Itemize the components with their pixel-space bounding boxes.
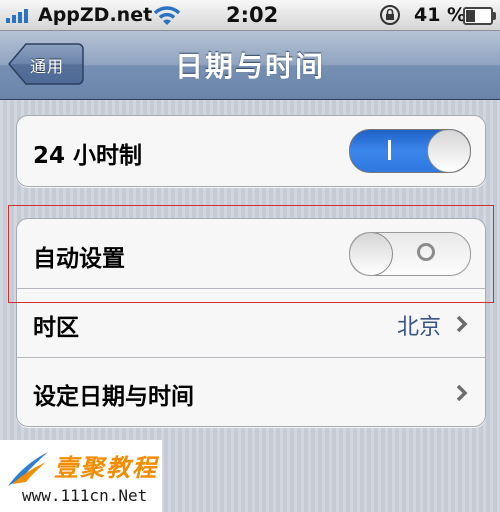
- watermark-title: 壹聚教程: [54, 454, 158, 482]
- watermark-url: www.111cn.Net: [22, 486, 148, 505]
- setting-label-set-date-time: 设定日期与时间: [33, 384, 194, 410]
- rotation-lock-icon: [380, 5, 400, 25]
- toggle-on-mark: [388, 140, 391, 160]
- setting-label-24-hour: 24 小时制: [33, 143, 143, 169]
- chevron-right-icon: [456, 315, 468, 333]
- watermark-logo-icon: [8, 452, 48, 486]
- setting-row-set-date-time[interactable]: 设定日期与时间: [17, 358, 485, 426]
- setting-label-timezone: 时区: [33, 315, 79, 341]
- watermark: 壹聚教程 www.111cn.Net: [0, 440, 162, 512]
- back-button[interactable]: 通用: [8, 43, 84, 85]
- back-button-label: 通用: [30, 57, 65, 76]
- signal-icon: [6, 9, 34, 23]
- highlight-box-auto-set: [8, 205, 494, 303]
- settings-group-hour-format: 24 小时制: [16, 115, 486, 187]
- toggle-knob: [427, 130, 470, 172]
- setting-row-24-hour: 24 小时制: [17, 116, 485, 186]
- battery-icon: [463, 7, 496, 25]
- status-bar: AppZD.net 2:02 41 %: [0, 0, 500, 30]
- toggle-24-hour[interactable]: [349, 129, 471, 173]
- navigation-bar: 通用 日期与时间: [0, 31, 500, 100]
- battery-percentage: 41 %: [414, 4, 467, 26]
- timezone-value: 北京: [396, 315, 441, 340]
- wifi-icon: [153, 6, 181, 25]
- carrier-name: AppZD.net: [38, 4, 153, 26]
- clock-time: 2:02: [226, 3, 279, 27]
- page-title: 日期与时间: [174, 50, 325, 83]
- chevron-right-icon: [456, 384, 468, 402]
